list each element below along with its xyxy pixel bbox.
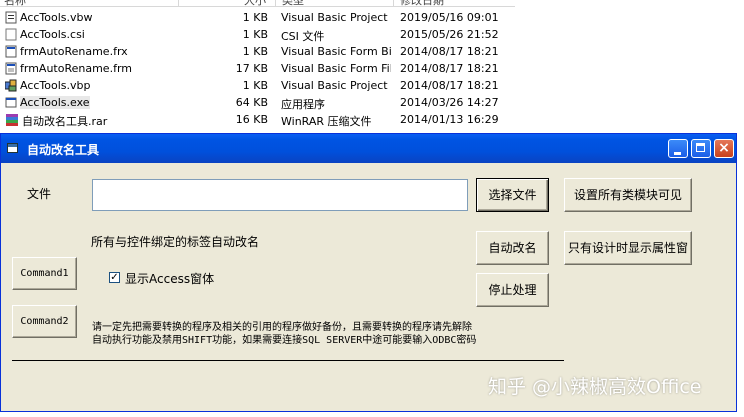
file-type: CSI 文件	[281, 30, 325, 43]
stop-processing-button[interactable]: 停止处理	[476, 273, 549, 307]
command1-button[interactable]: Command1	[12, 257, 77, 290]
vb-workspace-icon	[5, 11, 17, 24]
bound-label-rename-text: 所有与控件绑定的标签自动改名	[91, 235, 260, 249]
file-row[interactable]: frmAutoRename.frm 17 KB Visual Basic For…	[0, 60, 515, 77]
file-size: 1 KB	[242, 28, 268, 41]
file-size: 1 KB	[242, 11, 268, 24]
file-size: 1 KB	[242, 45, 268, 58]
file-date: 2014/03/26 14:27	[400, 96, 499, 109]
file-date: 2014/08/17 18:21	[400, 45, 499, 58]
auto-rename-window: 自动改名工具 × 文件 选择文件 设置所有类模块可见 所有与控件绑定的标签自动改…	[0, 133, 737, 412]
minimize-button[interactable]	[668, 139, 688, 158]
file-size: 16 KB	[235, 113, 268, 126]
file-size: 64 KB	[235, 96, 268, 109]
file-name: frmAutoRename.frx	[20, 45, 128, 58]
file-size: 1 KB	[242, 79, 268, 92]
auto-rename-button-label: 自动改名	[488, 241, 537, 255]
backup-notice-line2: 自动执行功能及禁用SHIFT功能，如果需要连接SQL SERVER中途可能要输入…	[92, 335, 477, 346]
rar-archive-icon	[5, 113, 18, 126]
column-header-type[interactable]: 类型	[282, 0, 304, 8]
command2-button[interactable]: Command2	[12, 305, 77, 338]
file-row[interactable]: 自动改名工具.rar 16 KB WinRAR 压缩文件 2014/01/13 …	[0, 111, 515, 128]
file-name: AccTools.csi	[20, 28, 85, 41]
file-type: Visual Basic Project	[281, 79, 388, 92]
file-path-input[interactable]	[92, 179, 468, 211]
stop-processing-label: 停止处理	[488, 283, 537, 297]
file-row[interactable]: AccTools.vbw 1 KB Visual Basic Project .…	[0, 9, 515, 26]
set-class-modules-visible-button[interactable]: 设置所有类模块可见	[564, 178, 692, 212]
file-type: WinRAR 压缩文件	[281, 115, 372, 128]
file-row[interactable]: frmAutoRename.frx 1 KB Visual Basic Form…	[0, 43, 515, 60]
show-props-design-only-label: 只有设计时显示属性窗	[567, 241, 688, 255]
file-name: AccTools.exe	[20, 96, 90, 109]
vb-form-icon	[5, 62, 17, 75]
file-name: AccTools.vbp	[20, 79, 91, 92]
file-date: 2019/05/16 09:01	[400, 11, 499, 24]
title-bar[interactable]: 自动改名工具 ×	[1, 134, 736, 163]
close-icon: ×	[718, 140, 730, 156]
file-label: 文件	[27, 187, 52, 201]
file-icon	[5, 28, 17, 41]
backup-notice: 请一定先把需要转换的程序及相关的引用的程序做好备份，且需要转换的程序请先解除 自…	[92, 321, 476, 347]
set-class-modules-visible-label: 设置所有类模块可见	[573, 188, 682, 202]
vb-project-icon	[4, 79, 17, 92]
maximize-button[interactable]	[691, 139, 711, 158]
command2-label: Command2	[20, 316, 69, 327]
file-date: 2015/05/26 21:52	[400, 28, 499, 41]
file-list: 名称 大小 类型 修改日期 AccTools.vbw 1 KB Visual B…	[0, 0, 744, 140]
choose-file-button[interactable]: 选择文件	[476, 178, 549, 212]
file-row[interactable]: AccTools.vbp 1 KB Visual Basic Project 2…	[0, 77, 515, 94]
column-header-name[interactable]: 名称	[4, 0, 26, 8]
command1-label: Command1	[20, 268, 69, 279]
exe-icon	[5, 96, 17, 109]
file-type: Visual Basic Form Bi...	[281, 45, 391, 58]
file-date: 2014/08/17 18:21	[400, 62, 499, 75]
show-props-design-only-button[interactable]: 只有设计时显示属性窗	[564, 231, 692, 265]
separator-line	[12, 360, 564, 361]
column-header-date[interactable]: 修改日期	[400, 0, 444, 8]
file-date: 2014/08/17 18:21	[400, 79, 499, 92]
file-name: frmAutoRename.frm	[20, 62, 132, 75]
vb-form-binary-icon	[5, 45, 17, 58]
file-date: 2014/01/13 16:29	[400, 113, 499, 126]
file-type: 应用程序	[281, 98, 325, 111]
choose-file-button-label: 选择文件	[488, 188, 537, 202]
file-list-header: 名称 大小 类型 修改日期	[0, 0, 515, 7]
file-size: 17 KB	[235, 62, 268, 75]
window-title: 自动改名工具	[27, 143, 100, 157]
file-type: Visual Basic Project ...	[281, 11, 391, 24]
auto-rename-button[interactable]: 自动改名	[476, 231, 549, 265]
file-name: 自动改名工具.rar	[22, 115, 108, 128]
file-name: AccTools.vbw	[20, 11, 93, 24]
show-access-checkbox-label[interactable]: 显示Access窗体	[125, 270, 214, 287]
file-type: Visual Basic Form File	[281, 62, 391, 75]
window-icon	[7, 143, 18, 153]
file-row[interactable]: AccTools.csi 1 KB CSI 文件 2015/05/26 21:5…	[0, 26, 515, 43]
watermark-text: 知乎 @小辣椒高效Office	[488, 376, 702, 398]
column-header-size[interactable]: 大小	[244, 0, 266, 8]
close-button[interactable]: ×	[714, 139, 734, 158]
file-row[interactable]: AccTools.exe 64 KB 应用程序 2014/03/26 14:27	[0, 94, 515, 111]
backup-notice-line1: 请一定先把需要转换的程序及相关的引用的程序做好备份，且需要转换的程序请先解除	[92, 322, 472, 333]
show-access-checkbox[interactable]: ✓	[109, 272, 120, 283]
